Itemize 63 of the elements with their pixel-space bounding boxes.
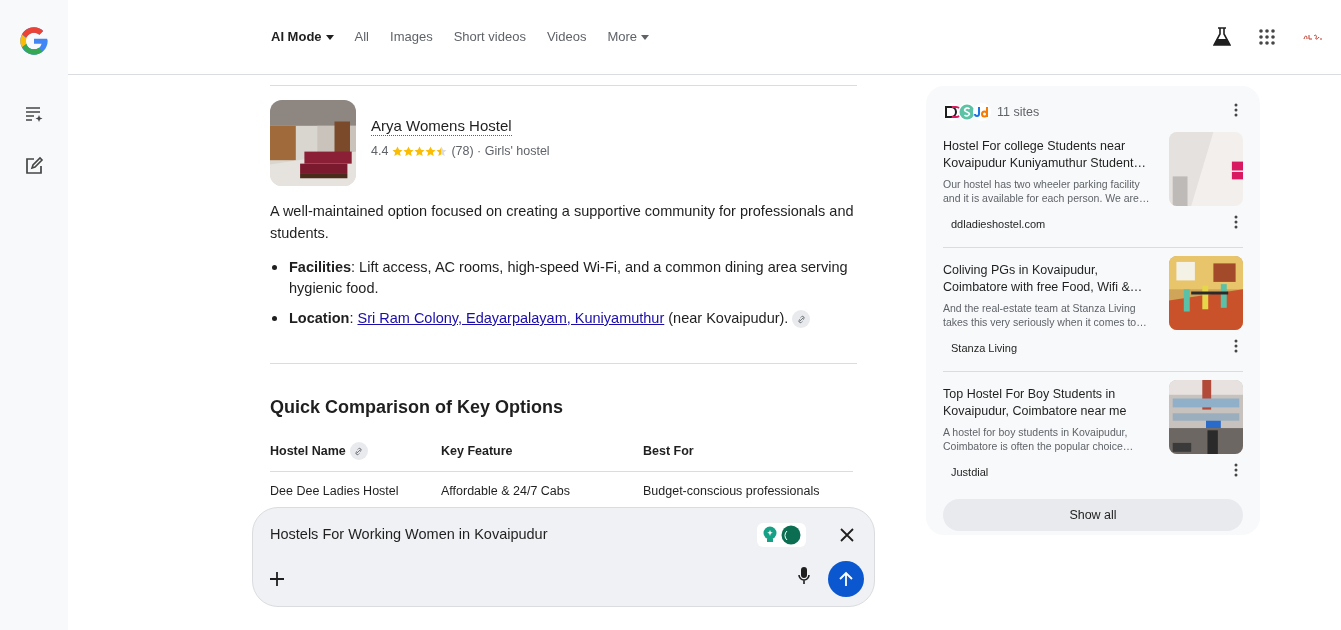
google-g-logo-icon[interactable] <box>18 25 50 57</box>
rating-details: (78) · Girls' hostel <box>451 143 550 161</box>
source-snippet: A hostel for boy students in Kovaipudur, Coimbatore is often the popular choice… <box>943 425 1135 453</box>
column-header: Key Feature <box>441 443 513 460</box>
show-all-button[interactable]: Show all <box>943 499 1243 531</box>
link-icon <box>795 313 807 325</box>
nav-tab[interactable]: Short videos <box>446 23 533 51</box>
description-paragraph: A well-maintained option focused on creating a supportive community for professionals and students. <box>270 202 855 243</box>
dd-logo-icon <box>944 104 960 120</box>
table-cell-text: Affordable & 24/7 Cabs <box>441 482 572 500</box>
plus-icon[interactable] <box>270 572 284 586</box>
edit-icon[interactable] <box>24 156 44 176</box>
bullet-icon <box>272 316 277 321</box>
jd-logo-icon <box>974 104 990 120</box>
lightbulb-icon <box>762 526 778 544</box>
list-sparkle-icon[interactable] <box>24 104 44 124</box>
flask-icon[interactable] <box>1213 27 1231 47</box>
nav-tab[interactable]: Videos <box>539 23 594 51</box>
table-cell-text: Dee Dee Ladies Hostel <box>270 482 400 500</box>
arrow-up-icon <box>838 571 854 587</box>
source-site-name: ddladieshostel.com <box>951 216 1046 232</box>
account-logo-icon[interactable] <box>1303 33 1323 41</box>
source-snippet: And the real-estate team at Stanza Living takes this very seriously when it comes to… <box>943 301 1148 329</box>
column-header: Hostel Name <box>270 443 346 460</box>
star-icon <box>436 146 448 157</box>
microphone-icon[interactable] <box>798 566 810 585</box>
nav-tab[interactable]: All <box>347 23 376 51</box>
more-options-icon[interactable] <box>1234 103 1238 117</box>
source-site-name: Justdial <box>951 464 989 480</box>
close-icon[interactable] <box>840 528 854 542</box>
bullet-text: Location: Sri Ram Colony, Edayarpalayam, Kuniyamuthur (near Kovaipudur). <box>289 308 811 329</box>
source-snippet: Our hostel has two wheeler parking facility and it is available for each person. We are… <box>943 177 1151 205</box>
sites-count: 11 sites <box>997 103 1040 121</box>
send-button[interactable] <box>828 561 864 597</box>
star-icon <box>414 146 426 157</box>
section-heading: Quick Comparison of Key Options <box>270 396 565 419</box>
nav-tab[interactable]: More <box>600 23 657 51</box>
nav-tab[interactable]: AI Mode <box>264 23 341 51</box>
citation-link-button[interactable] <box>349 442 368 461</box>
citation-link-button[interactable] <box>792 310 811 329</box>
star-icon <box>392 146 404 157</box>
rating-value: 4.4 <box>371 143 389 161</box>
star-icon <box>403 146 415 157</box>
extension-badge[interactable] <box>757 523 806 547</box>
source-title-link[interactable]: Top Hostel For Boy Students in Kovaipudur, Coimbatore near me <box>943 386 1159 420</box>
source-site-name: Stanza Living <box>951 340 1018 356</box>
star-icon <box>425 146 437 157</box>
bullet-icon <box>272 265 277 270</box>
table-cell-text: Budget-conscious professionals <box>643 482 821 500</box>
more-options-icon[interactable] <box>1234 215 1238 229</box>
place-name-link[interactable]: Arya Womens Hostel <box>371 117 512 137</box>
bullet-text: Facilities: Lift access, AC rooms, high-speed Wi-Fi, and a common dining area serving hygienic food. <box>289 258 849 298</box>
more-options-icon[interactable] <box>1234 463 1238 477</box>
more-options-icon[interactable] <box>1234 339 1238 353</box>
apps-grid-icon[interactable] <box>1259 29 1275 45</box>
source-title-link[interactable]: Coliving PGs in Kovaipudur, Coimbatore with free Food, Wifi &… <box>943 262 1159 296</box>
prompt-input-field[interactable]: Hostels For Working Women in Kovaipudur <box>270 524 757 546</box>
chat-bubble-icon <box>781 525 801 545</box>
nav-tab[interactable]: Images <box>383 23 440 51</box>
column-header: Best For <box>643 443 694 460</box>
link-icon <box>353 445 365 457</box>
location-link[interactable]: Sri Ram Colony, Edayarpalayam, Kuniyamuthur <box>357 310 665 326</box>
source-title-link[interactable]: Hostel For college Students near Kovaipudur Kuniyamuthur Student… <box>943 138 1159 172</box>
